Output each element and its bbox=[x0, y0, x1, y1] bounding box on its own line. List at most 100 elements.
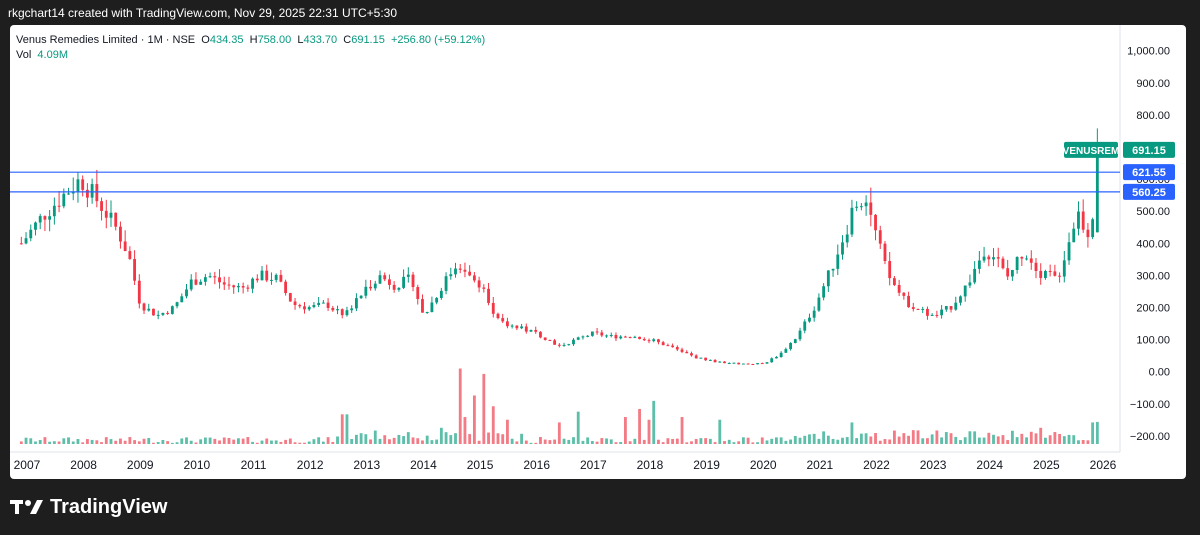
volume-bar bbox=[416, 438, 420, 444]
candle-body bbox=[185, 289, 188, 297]
candle-body bbox=[869, 202, 873, 215]
volume-bar bbox=[1062, 436, 1066, 444]
candle-body bbox=[1025, 258, 1028, 260]
candle-body bbox=[458, 268, 462, 270]
candle-body bbox=[708, 359, 712, 361]
candle-body bbox=[24, 238, 28, 244]
volume-bar bbox=[147, 437, 151, 444]
volume-bar bbox=[539, 436, 542, 444]
volume-bar bbox=[67, 437, 70, 444]
volume-bar bbox=[638, 408, 641, 444]
volume-bar bbox=[104, 437, 108, 444]
candle-body bbox=[109, 212, 113, 218]
candle-body bbox=[619, 336, 623, 339]
volume-value: 4.09M bbox=[37, 49, 68, 61]
volume-bar bbox=[921, 438, 925, 444]
close-label: C bbox=[343, 34, 352, 46]
price-chart[interactable]: 1,000.00900.00800.00700.00600.00500.0040… bbox=[10, 25, 1186, 479]
volume-bar bbox=[746, 437, 750, 444]
candle-body bbox=[680, 349, 684, 352]
volume-bar bbox=[534, 442, 538, 444]
candle-body bbox=[935, 314, 939, 316]
candle-body bbox=[732, 362, 736, 364]
candle-body bbox=[638, 336, 641, 339]
candle-body bbox=[666, 345, 670, 347]
volume-bar bbox=[510, 438, 514, 444]
volume-bar bbox=[119, 438, 122, 444]
candle-body bbox=[312, 305, 316, 308]
volume-bar bbox=[831, 438, 835, 444]
volume-bar bbox=[841, 437, 844, 444]
candle-body bbox=[444, 276, 448, 291]
candle-body bbox=[260, 270, 264, 281]
candle-body bbox=[416, 287, 420, 300]
volume-bar bbox=[81, 442, 85, 444]
candle-body bbox=[751, 363, 755, 365]
candle-body bbox=[156, 314, 160, 316]
volume-bar bbox=[973, 431, 977, 444]
chart-caption: rkgchart14 created with TradingView.com,… bbox=[8, 6, 397, 20]
open-value: 434.35 bbox=[209, 34, 244, 46]
candle-body bbox=[227, 284, 231, 286]
tradingview-branding[interactable]: TradingView bbox=[10, 494, 167, 520]
candle-body bbox=[95, 184, 99, 202]
volume-bar bbox=[270, 440, 273, 444]
candle-body bbox=[326, 302, 330, 308]
candle-body bbox=[883, 243, 887, 262]
volume-bar bbox=[756, 442, 759, 444]
volume-bar bbox=[1048, 435, 1052, 444]
candle-body bbox=[298, 305, 302, 307]
candle-body bbox=[543, 337, 547, 340]
candle-body bbox=[963, 285, 967, 297]
chart-panel[interactable]: 1,000.00900.00800.00700.00600.00500.0040… bbox=[10, 25, 1186, 479]
volume-bar bbox=[694, 438, 698, 444]
x-tick-label: 2018 bbox=[637, 458, 664, 472]
candle-body bbox=[841, 242, 844, 255]
candle-body bbox=[1053, 271, 1057, 276]
x-tick-label: 2011 bbox=[241, 458, 267, 472]
candle-body bbox=[213, 276, 217, 278]
candle-body bbox=[524, 326, 528, 332]
volume-bar bbox=[690, 441, 693, 444]
volume-bar bbox=[869, 436, 873, 444]
volume-bar bbox=[152, 442, 155, 444]
candle-body bbox=[288, 293, 292, 302]
volume-bar bbox=[38, 440, 42, 444]
candle-body bbox=[855, 206, 859, 208]
candle-body bbox=[553, 340, 557, 345]
x-tick-label: 2015 bbox=[467, 458, 494, 472]
close-value: 691.15 bbox=[351, 34, 385, 46]
candle-body bbox=[892, 278, 896, 285]
candle-body bbox=[661, 342, 665, 346]
candle-body bbox=[557, 344, 561, 346]
volume-bar bbox=[930, 434, 934, 444]
volume-bar bbox=[1010, 430, 1014, 444]
tradingview-logo-icon bbox=[10, 500, 43, 514]
candle-body bbox=[435, 297, 439, 303]
candle-body bbox=[581, 336, 585, 338]
x-tick-label: 2010 bbox=[184, 458, 211, 472]
candle-body bbox=[19, 243, 23, 245]
candle-body bbox=[586, 335, 590, 337]
symbol-line: Venus Remedies Limited · 1M · NSE bbox=[16, 34, 196, 46]
candle-body bbox=[529, 329, 533, 332]
volume-bar bbox=[775, 437, 778, 444]
volume-bar bbox=[590, 441, 594, 444]
candle-body bbox=[34, 222, 37, 230]
candle-body bbox=[826, 270, 830, 287]
candle-body bbox=[194, 279, 198, 285]
volume-bar bbox=[647, 419, 651, 444]
volume-bar bbox=[1091, 422, 1095, 444]
volume-bar bbox=[303, 442, 306, 444]
candle-body bbox=[949, 306, 953, 310]
candle-body bbox=[921, 308, 925, 310]
volume-bar bbox=[251, 441, 254, 444]
candle-body bbox=[642, 338, 646, 341]
volume-bar bbox=[501, 434, 505, 444]
candle-body bbox=[85, 189, 89, 198]
x-tick-label: 2013 bbox=[353, 458, 380, 472]
candle-body bbox=[793, 339, 797, 344]
volume-bar bbox=[208, 437, 212, 444]
x-tick-label: 2007 bbox=[14, 458, 41, 472]
volume-bar bbox=[340, 414, 344, 444]
